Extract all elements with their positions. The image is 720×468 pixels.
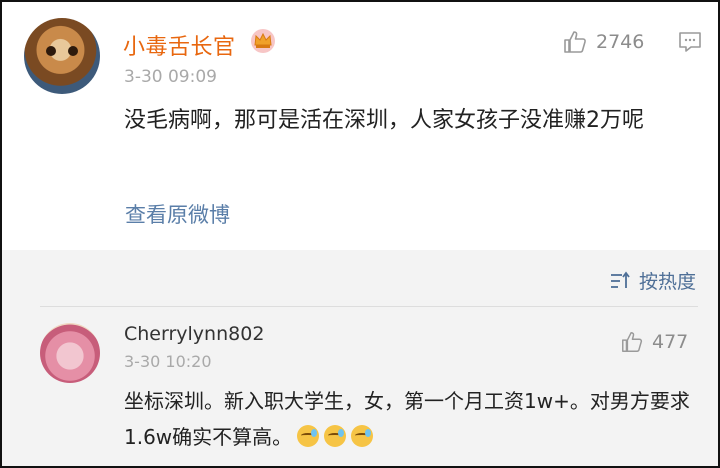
top-comment: 小毒舌长官 3-30 09:09 2746 没毛病啊，那可是活在深圳，人家女孩子…: [2, 2, 718, 250]
like-button[interactable]: 2746: [562, 29, 644, 55]
sort-icon: [610, 271, 630, 288]
reply-like-button[interactable]: 477: [620, 330, 688, 354]
view-original-link[interactable]: 查看原微博: [125, 199, 230, 229]
sweat-smile-emoji: [324, 425, 347, 447]
replies-section: 按热度 Cherrylynn802 3-30 10:20 477 坐标深圳。新入…: [2, 250, 718, 466]
comment-thread: 小毒舌长官 3-30 09:09 2746 没毛病啊，那可是活在深圳，人家女孩子…: [0, 0, 720, 468]
reply-avatar[interactable]: [40, 323, 100, 383]
thumbs-up-icon: [622, 332, 643, 352]
divider: [40, 306, 698, 307]
sort-button[interactable]: 按热度: [609, 267, 696, 294]
reply-text: 坐标深圳。新入职大学生，女，第一个月工资1w+。对男方要求1.6w确实不算高。: [124, 389, 690, 449]
comment-icon[interactable]: [678, 31, 702, 53]
reply-username[interactable]: Cherrylynn802: [124, 323, 264, 345]
reply-timestamp: 3-30 10:20: [124, 352, 212, 371]
comment-text: 没毛病啊，那可是活在深圳，人家女孩子没准赚2万呢: [124, 108, 644, 133]
thumbs-up-icon: [564, 31, 586, 53]
reply-text-block: 坐标深圳。新入职大学生，女，第一个月工资1w+。对男方要求1.6w确实不算高。: [124, 383, 704, 455]
like-count: 2746: [596, 31, 645, 53]
avatar-eye-left: [46, 46, 56, 56]
sweat-smile-emoji: [297, 425, 320, 447]
sort-label: 按热度: [638, 271, 696, 293]
sweat-smile-emoji: [351, 425, 374, 447]
avatar-eye-right: [68, 46, 78, 56]
username[interactable]: 小毒舌长官: [123, 29, 236, 61]
reply-like-count: 477: [652, 331, 689, 353]
crown-icon: [251, 29, 275, 53]
avatar[interactable]: [24, 18, 100, 94]
timestamp: 3-30 09:09: [124, 67, 217, 87]
